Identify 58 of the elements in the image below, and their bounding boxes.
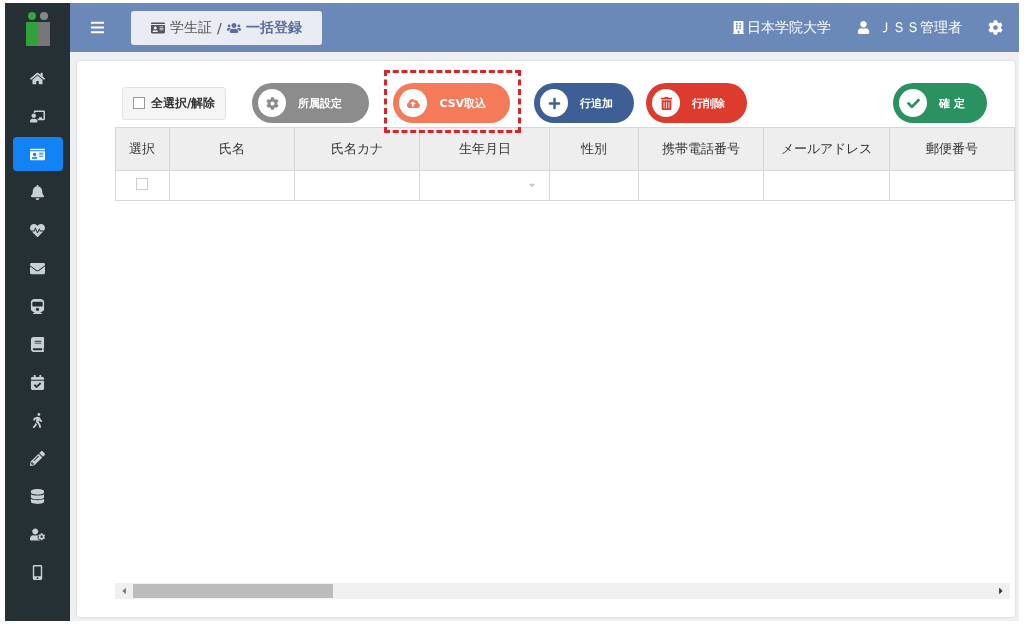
select-all-toggle[interactable]: 全選択/解除: [122, 86, 227, 120]
menu-icon[interactable]: [90, 20, 105, 35]
gear-icon: [265, 96, 279, 110]
logo-icon: [24, 11, 51, 47]
affiliation-settings-button[interactable]: 所属設定: [252, 83, 370, 123]
column-header: 生年月日: [419, 127, 550, 171]
check-icon: [906, 96, 920, 110]
id-card-icon: [151, 20, 165, 35]
home-icon: [30, 70, 45, 86]
row-checkbox[interactable]: [136, 178, 149, 190]
user-name: ＪＳＳ管理者: [878, 18, 962, 37]
confirm-button[interactable]: 確 定: [893, 83, 987, 123]
input-field[interactable]: [763, 170, 890, 201]
building-icon: [732, 21, 745, 34]
users-icon: [226, 20, 241, 35]
heartbeat-icon: [30, 222, 45, 238]
cloud-upload-icon: [406, 96, 420, 110]
date-field[interactable]: [419, 170, 550, 201]
input-field[interactable]: [638, 170, 764, 201]
column-header: 氏名: [169, 127, 295, 171]
user-gear-icon: [30, 526, 45, 542]
checkbox[interactable]: [133, 97, 145, 109]
book-icon: [30, 336, 45, 352]
horizontal-scrollbar[interactable]: [115, 583, 1010, 599]
input-field[interactable]: [294, 170, 420, 201]
pencil-icon: [30, 450, 45, 466]
add-row-button[interactable]: 行追加: [534, 83, 635, 123]
mobile-phone-icon: [30, 564, 45, 580]
delete-row-button[interactable]: 行削除: [646, 83, 748, 123]
breadcrumb-separator: /: [217, 19, 222, 36]
column-header: メールアドレス: [763, 127, 890, 171]
user-icon: [857, 21, 870, 34]
walking-person-icon: [30, 412, 45, 428]
settings-icon[interactable]: [988, 20, 1003, 35]
presentation-icon: [30, 108, 45, 124]
column-header: 性別: [549, 127, 639, 171]
train-icon: [30, 298, 45, 314]
envelope-icon: [30, 260, 45, 276]
column-header: 選択: [115, 127, 170, 171]
breadcrumb-link[interactable]: 学生証: [170, 18, 212, 37]
calendar-check-icon: [30, 374, 45, 390]
input-field[interactable]: [169, 170, 295, 201]
scrollbar-thumb[interactable]: [133, 584, 333, 598]
plus-icon: [547, 96, 561, 110]
column-header: 郵便番号: [889, 127, 1015, 171]
sidebar-item[interactable]: [12, 137, 63, 171]
database-icon: [30, 488, 45, 504]
input-field[interactable]: [549, 170, 639, 201]
id-card-icon: [30, 146, 45, 162]
column-header: 氏名カナ: [294, 127, 420, 171]
bell-icon: [30, 184, 45, 200]
column-header: 携帯電話番号: [638, 127, 764, 171]
breadcrumb-current: 一括登録: [245, 18, 302, 37]
checkbox-cell[interactable]: [115, 170, 170, 201]
trash-icon: [659, 96, 673, 110]
csv-import-button[interactable]: CSV取込: [393, 83, 511, 123]
organization-name: 日本学院大学: [747, 18, 831, 37]
input-field[interactable]: [889, 170, 1015, 201]
